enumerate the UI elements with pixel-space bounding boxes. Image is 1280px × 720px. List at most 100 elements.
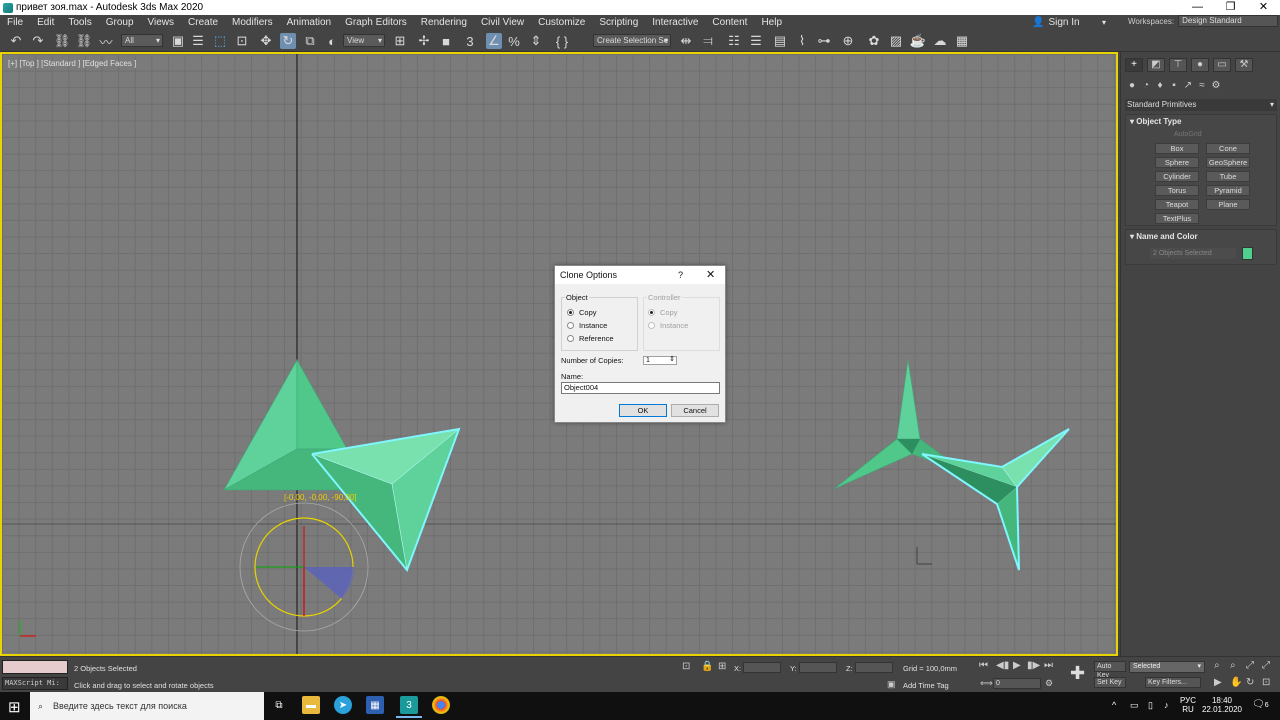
rectangular-selection-icon[interactable]: ⬚ [212,33,228,49]
plane-button[interactable]: Plane [1206,199,1250,210]
battery-icon[interactable]: ▯ [1148,700,1153,711]
pyramid-button[interactable]: Pyramid [1206,185,1250,196]
close-icon[interactable]: ✕ [1247,0,1280,15]
select-object-icon[interactable]: ▣ [170,33,186,49]
z-coordinate-field[interactable] [855,662,893,673]
x-coordinate-field[interactable] [743,662,781,673]
play-icon[interactable]: ▶ [1013,660,1021,671]
object-instance-radio[interactable]: Instance [567,321,607,330]
menu-edit[interactable]: Edit [30,17,61,28]
key-selection-dropdown[interactable]: Selected [1129,661,1205,673]
systems-icon[interactable]: ⚙ [1211,80,1221,91]
object-reference-radio[interactable]: Reference [567,334,614,343]
geosphere-button[interactable]: GeoSphere [1206,157,1250,168]
windows-start-icon[interactable]: ⊞ [8,698,21,716]
a360-gallery-icon[interactable]: ▦ [954,33,970,49]
menu-create[interactable]: Create [181,17,225,28]
render-setup-icon[interactable]: ✿ [866,33,882,49]
maxscript-mini-listener[interactable]: MAXScript Mi: [2,677,68,690]
hierarchy-tab-icon[interactable]: ⊤ [1169,58,1187,72]
set-key-button[interactable]: Set Key [1094,677,1126,688]
copies-spinner[interactable]: 1 [643,356,677,365]
zoom-all-icon[interactable]: ⌕ [1230,660,1236,671]
window-crossing-icon[interactable]: ⊡ [234,33,250,49]
menu-content[interactable]: Content [705,17,754,28]
name-and-color-header[interactable]: ▾ Name and Color [1126,230,1276,244]
cone-button[interactable]: Cone [1206,143,1250,154]
key-filters-button[interactable]: Key Filters... [1145,677,1201,688]
geometry-icon[interactable]: ● [1127,80,1137,91]
menu-group[interactable]: Group [99,17,141,28]
scale-icon[interactable]: ⧉ [302,33,318,49]
set-key-icon[interactable]: ✚ [1070,663,1085,684]
menu-animation[interactable]: Animation [280,17,338,28]
link-icon[interactable]: ⛓ [54,33,71,49]
move-icon[interactable]: ✥ [258,33,274,49]
clone-name-input[interactable]: Object004 [561,382,720,394]
cylinder-button[interactable]: Cylinder [1155,171,1199,182]
selection-lock-icon[interactable]: 🔒 [701,661,713,672]
manipulate-icon[interactable]: ✢ [416,33,432,49]
y-coordinate-field[interactable] [799,662,837,673]
modify-tab-icon[interactable]: ◩ [1147,58,1165,72]
place-icon[interactable]: ◐ [324,33,340,49]
utilities-tab-icon[interactable]: ⚒ [1235,58,1253,72]
sphere-button[interactable]: Sphere [1155,157,1199,168]
material-editor-icon[interactable]: ⊕ [840,33,856,49]
selection-filter-dropdown[interactable]: All [121,34,163,47]
cameras-icon[interactable]: ▪ [1169,80,1179,91]
undo-icon[interactable]: ↶ [8,33,24,49]
absolute-relative-icon[interactable]: ⊞ [718,661,726,672]
shapes-icon[interactable]: ◔ [1141,80,1151,91]
menu-civil-view[interactable]: Civil View [474,17,531,28]
zoom-extents-all-icon[interactable]: ⤢ [1262,660,1270,671]
orbit-icon[interactable]: ↻ [1246,677,1254,688]
align-icon[interactable]: ⫤ [700,33,716,49]
object-color-swatch[interactable] [1242,247,1253,260]
autogrid-checkbox[interactable]: AutoGrid [1174,131,1202,138]
lights-icon[interactable]: ♦ [1155,80,1165,91]
maxscript-listener-output[interactable] [2,660,68,674]
pivot-center-icon[interactable]: ⊞ [392,33,408,49]
go-to-start-icon[interactable]: ⏮ [979,660,988,671]
object-copy-radio[interactable]: Copy [567,308,597,317]
display-tab-icon[interactable]: ▭ [1213,58,1231,72]
clock[interactable]: 18:40 22.01.2020 [1200,696,1244,714]
key-mode-icon[interactable]: ⟺ [980,678,993,689]
select-by-name-icon[interactable]: ☰ [190,33,206,49]
telegram-icon[interactable]: ➤ [334,696,352,714]
scene-explorer-icon[interactable]: ☷ [726,33,742,49]
zoom-icon[interactable]: ⌕ [1214,660,1220,671]
menu-views[interactable]: Views [141,17,182,28]
create-tab-icon[interactable]: + [1125,58,1143,72]
teapot-button[interactable]: Teapot [1155,199,1199,210]
rendered-frame-window-icon[interactable]: ▨ [888,33,904,49]
3ds-max-taskbar-icon[interactable]: 3 [396,696,422,718]
named-selection-set-dropdown[interactable]: Create Selection Se [593,34,671,47]
menu-rendering[interactable]: Rendering [414,17,474,28]
next-frame-icon[interactable]: ▮▶ [1027,660,1040,671]
render-production-icon[interactable]: ☕ [910,33,926,49]
add-time-tag[interactable]: Add Time Tag [903,681,949,690]
cancel-button[interactable]: Cancel [671,404,719,417]
maximize-viewport-icon[interactable]: ⊡ [1262,677,1270,688]
ribbon-icon[interactable]: ▤ [772,33,788,49]
spinner-snap-icon[interactable]: ⇕ [528,33,544,49]
zoom-extents-icon[interactable]: ⤢ [1246,660,1254,671]
unlink-icon[interactable]: ⛓ [76,33,93,49]
task-view-icon[interactable]: ⧉ [270,696,288,714]
time-tag-icon[interactable]: ▣ [887,679,896,690]
help-icon[interactable]: ? [678,266,690,284]
category-dropdown[interactable]: Standard Primitives [1125,99,1277,111]
menu-graph-editors[interactable]: Graph Editors [338,17,414,28]
tube-button[interactable]: Tube [1206,171,1250,182]
curve-editor-icon[interactable]: ⌇ [794,33,810,49]
minimize-icon[interactable]: — [1181,0,1214,15]
snaps-toggle-icon[interactable]: 3 [462,33,478,49]
current-frame-field[interactable]: 0 [993,678,1041,689]
percent-snap-icon[interactable]: % [506,33,522,49]
workspace-dropdown[interactable]: Design Standard [1178,15,1279,27]
field-of-view-icon[interactable]: ▶ [1214,677,1222,688]
menu-help[interactable]: Help [754,17,789,28]
torus-button[interactable]: Torus [1155,185,1199,196]
